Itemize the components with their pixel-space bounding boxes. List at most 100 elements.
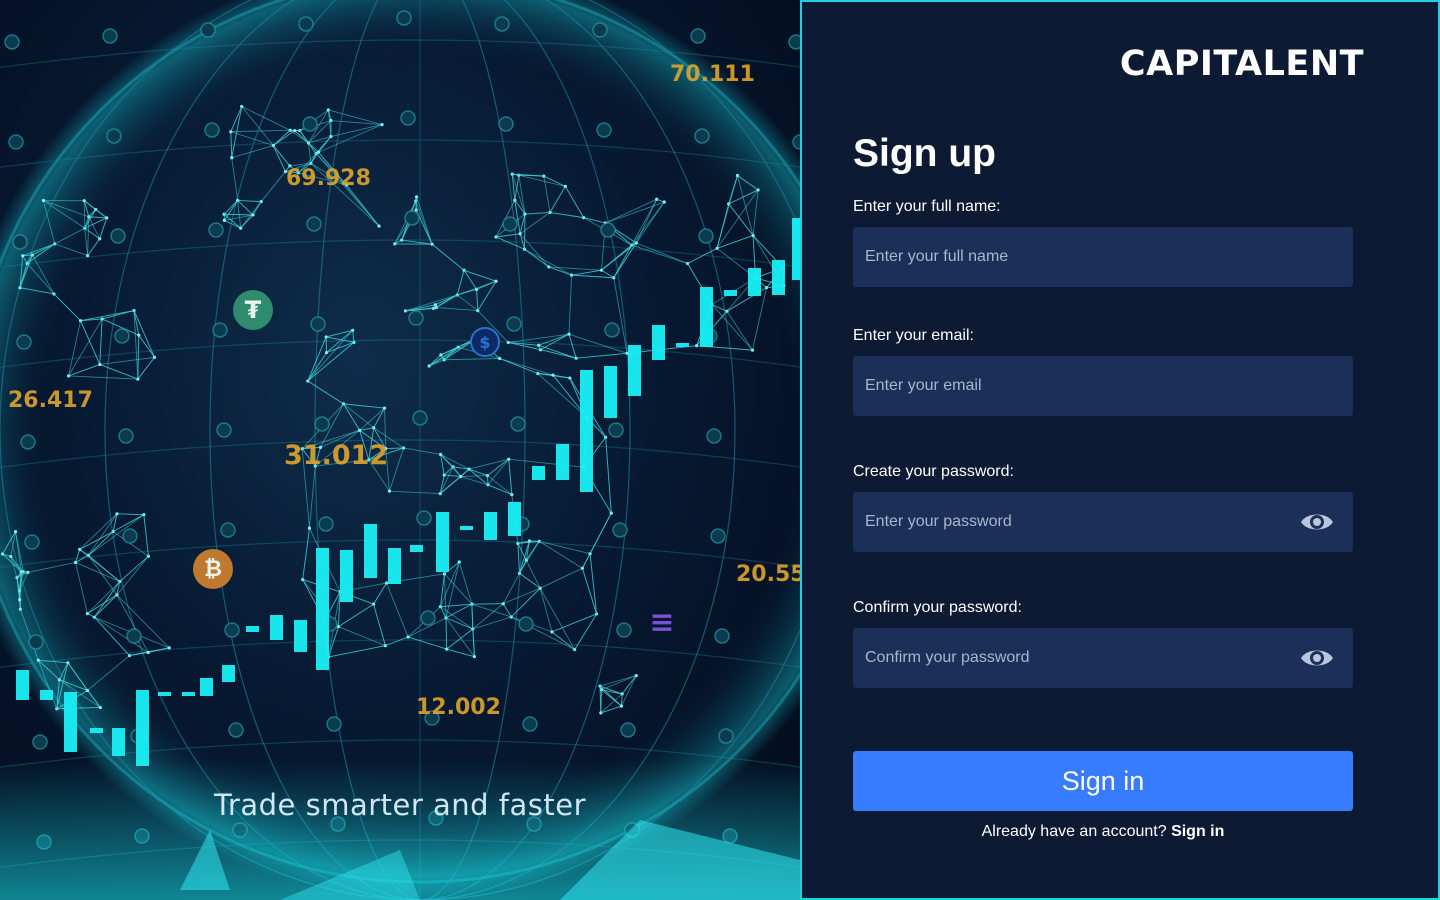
price-label: 12.002 [416, 695, 501, 720]
mesh-point [98, 362, 102, 367]
brand-logo: CAPITALENT [1119, 44, 1364, 84]
confirm-password-label: Confirm your password: [853, 599, 1022, 616]
grid-node [12, 234, 28, 250]
full-name-input[interactable] [853, 227, 1353, 287]
mesh-point [459, 474, 463, 479]
page-title: Sign up [853, 132, 996, 175]
grid-node [518, 616, 534, 632]
signup-panel: CAPITALENT Sign up Enter your full name:… [800, 0, 1440, 900]
sign-in-button[interactable]: Sign in [853, 751, 1353, 811]
grid-node [404, 210, 420, 226]
grid-node [4, 34, 20, 50]
grid-node [416, 510, 432, 526]
mesh-point [36, 658, 40, 662]
grid-node [228, 722, 244, 738]
candle [484, 512, 497, 540]
signup-page: 70.111 69.928 26.417 31.012 20.556 12.00… [0, 0, 1440, 900]
grid-node [412, 410, 428, 426]
signin-link[interactable]: Sign in [1171, 823, 1224, 840]
mesh-point [567, 332, 571, 336]
grid-node [420, 610, 436, 626]
candle [40, 690, 53, 700]
candle [700, 287, 713, 347]
mesh-point [414, 195, 419, 199]
grid-node [506, 316, 522, 332]
eye-icon[interactable] [1300, 645, 1334, 671]
grid-node [16, 334, 32, 350]
mesh-point [551, 373, 555, 377]
grid-node [694, 128, 710, 144]
mesh-point [662, 200, 666, 204]
mesh-point [527, 539, 532, 543]
grid-node [314, 416, 330, 432]
candle [246, 626, 259, 632]
candle [136, 690, 149, 766]
mesh-point [21, 254, 25, 258]
mesh-point [358, 428, 362, 432]
mesh-point [634, 241, 638, 245]
mesh-point [230, 156, 234, 160]
mesh-point [73, 560, 78, 565]
grid-node [298, 16, 314, 32]
mesh-point [18, 598, 22, 602]
email-input[interactable] [853, 356, 1353, 416]
grid-node [396, 10, 412, 26]
grid-node [792, 134, 800, 150]
grid-node [408, 310, 424, 326]
grid-node [216, 422, 232, 438]
grid-node [20, 434, 36, 450]
candle [772, 260, 785, 295]
candle [676, 343, 689, 347]
mesh-point [751, 233, 755, 238]
grid-node [8, 134, 24, 150]
mesh-point [85, 688, 90, 693]
grid-node [24, 534, 40, 550]
mesh-point [146, 650, 150, 655]
eye-icon[interactable] [1300, 509, 1334, 535]
grid-node [302, 116, 318, 132]
confirm-password-input[interactable] [853, 628, 1353, 688]
grid-node [604, 322, 620, 338]
grid-node [706, 428, 722, 444]
candle [158, 692, 171, 696]
grid-node [318, 516, 334, 532]
mesh-point [380, 122, 384, 127]
mesh-point [550, 630, 554, 634]
signin-prompt-row: Already have an account? Sign in [853, 823, 1353, 841]
candle [340, 550, 353, 602]
grid-node [502, 216, 518, 232]
candle [16, 670, 29, 700]
grid-node [310, 316, 326, 332]
email-label: Enter your email: [853, 327, 974, 344]
grid-node [224, 622, 240, 638]
mesh-point [518, 232, 522, 236]
usdc-coin-icon: $ [470, 327, 500, 357]
grid-node [498, 116, 514, 132]
grid-node [592, 22, 608, 38]
grid-node [106, 128, 122, 144]
hero-panel: 70.111 69.928 26.417 31.012 20.556 12.00… [0, 0, 800, 900]
password-input[interactable] [853, 492, 1353, 552]
grid-node [612, 522, 628, 538]
grid-node [600, 222, 616, 238]
candle [652, 325, 665, 360]
grid-node [494, 16, 510, 32]
mesh-point [387, 489, 392, 493]
candle [748, 268, 761, 296]
candle [222, 665, 235, 682]
candle [628, 345, 641, 396]
tether-coin-icon: ₮ [233, 290, 273, 330]
candle [364, 524, 377, 578]
full-name-label: Enter your full name: [853, 198, 1001, 215]
candle [580, 370, 593, 492]
candle [604, 366, 617, 418]
email-field [853, 356, 1353, 416]
mesh-point [580, 566, 584, 570]
mesh-edge [385, 447, 404, 450]
candle [460, 526, 473, 530]
mesh-point [457, 560, 461, 564]
mesh-point [433, 303, 437, 307]
mesh-point [324, 350, 329, 355]
grid-node [204, 122, 220, 138]
mesh-point [142, 513, 146, 517]
